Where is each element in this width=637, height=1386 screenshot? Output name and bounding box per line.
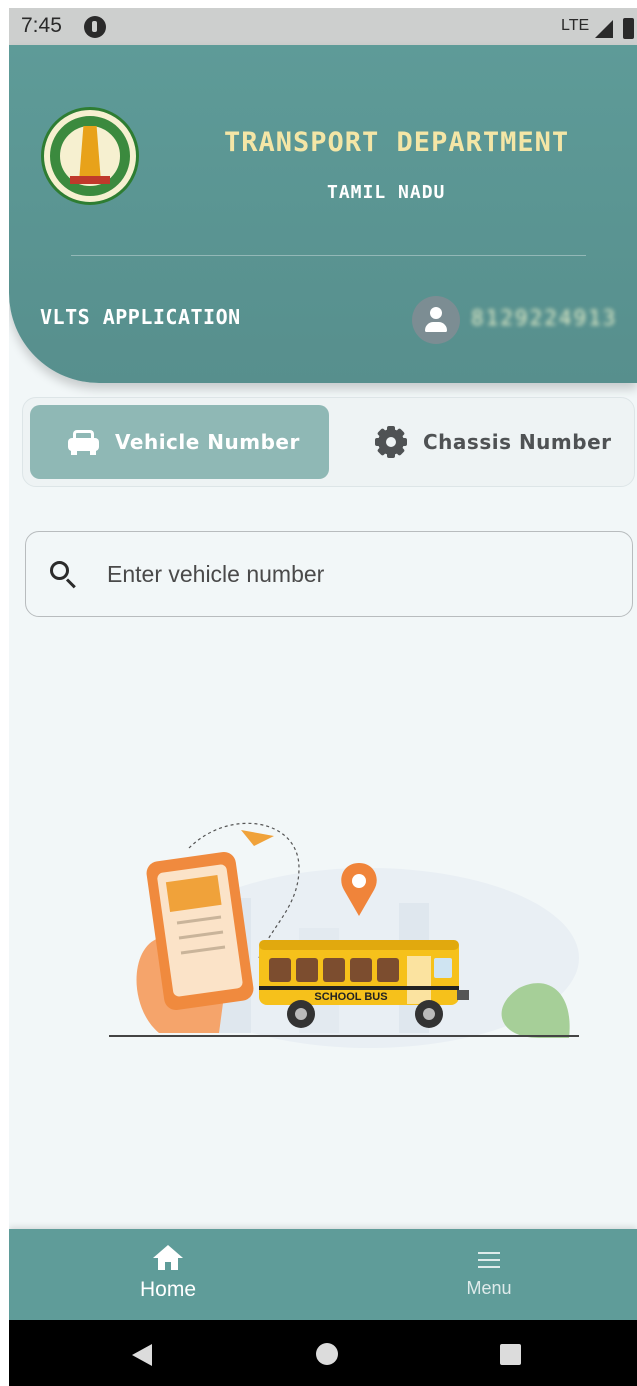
signal-icon [595, 20, 613, 38]
app-name-label: VLTS APPLICATION [40, 305, 241, 329]
notification-app-icon [84, 16, 106, 38]
user-phone-number: 8129224913 [471, 306, 618, 330]
search-mode-tabs: Vehicle Number Chassis Number [22, 397, 635, 487]
header-divider [71, 255, 586, 256]
home-circle-icon[interactable] [316, 1343, 338, 1365]
nav-item-home[interactable]: Home [118, 1241, 218, 1311]
nav-item-menu[interactable]: Menu [439, 1241, 539, 1311]
car-icon [68, 429, 99, 455]
school-bus-tracking-illustration: SCHOOL BUS [109, 822, 579, 1048]
menu-icon [478, 1252, 500, 1268]
bottom-navigation: Home Menu [9, 1229, 637, 1320]
vehicle-number-input[interactable] [107, 554, 607, 594]
app-screen: 7:45 LTE TRANSPORT DEPARTMENT TAMIL NADU… [9, 8, 637, 1386]
app-header: TRANSPORT DEPARTMENT TAMIL NADU VLTS APP… [9, 45, 637, 383]
state-subtitle: TAMIL NADU [327, 182, 446, 203]
home-icon [153, 1245, 183, 1271]
status-bar: 7:45 LTE [9, 8, 637, 45]
tab-chassis-number[interactable]: Chassis Number [335, 405, 629, 479]
user-avatar-icon[interactable] [412, 296, 460, 344]
network-type: LTE [561, 17, 590, 34]
status-time: 7:45 [21, 14, 62, 37]
back-icon[interactable] [132, 1344, 152, 1366]
tab-chassis-number-label: Chassis Number [423, 430, 612, 454]
system-navigation-bar [9, 1320, 637, 1386]
nav-menu-label: Menu [466, 1278, 512, 1298]
tab-vehicle-number[interactable]: Vehicle Number [30, 405, 329, 479]
tamil-nadu-emblem-logo [41, 107, 139, 205]
gear-icon [375, 426, 407, 458]
search-icon [50, 561, 76, 589]
bus-sign-text: SCHOOL BUS [314, 991, 387, 1003]
vehicle-search-field[interactable] [25, 531, 633, 617]
department-title: TRANSPORT DEPARTMENT [224, 127, 570, 158]
nav-home-label: Home [139, 1278, 197, 1301]
tab-vehicle-number-label: Vehicle Number [115, 430, 300, 454]
battery-icon [623, 18, 634, 39]
recent-apps-icon[interactable] [500, 1344, 521, 1365]
